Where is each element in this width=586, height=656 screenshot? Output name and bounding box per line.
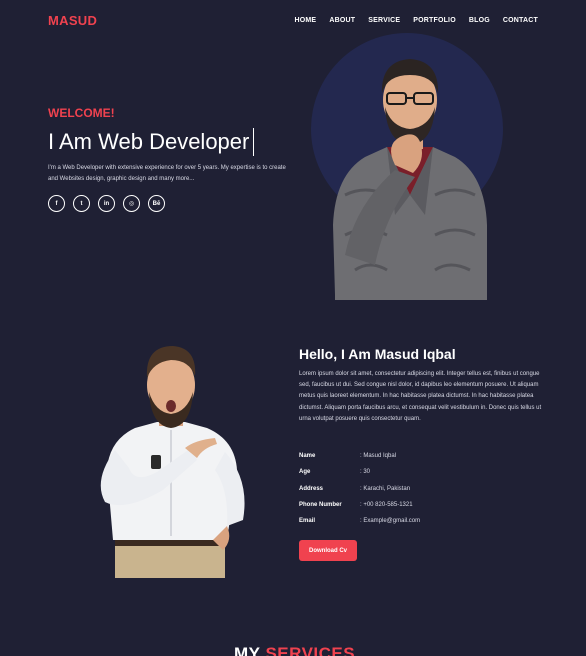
about-title: Hello, I Am Masud Iqbal	[299, 346, 456, 362]
info-row-age: Age : 30	[299, 464, 539, 480]
nav-home[interactable]: HOME	[295, 17, 317, 24]
nav-blog[interactable]: BLOG	[469, 17, 490, 24]
info-label: Address	[299, 485, 324, 492]
personal-info-list: Name : Masud Iqbal Age : 30 Address : Ka…	[299, 448, 539, 529]
hero-person-photo	[333, 59, 487, 300]
info-label: Age	[299, 469, 311, 476]
welcome-label: WELCOME!	[48, 106, 115, 120]
top-nav: MASUD HOME ABOUT SERVICE PORTFOLIO BLOG …	[0, 0, 586, 40]
behance-icon[interactable]: Bē	[148, 195, 165, 212]
facebook-icon[interactable]: f	[48, 195, 65, 212]
services-heading-accent: SERVICES	[265, 644, 356, 656]
info-value: : +00 820-585-1321	[360, 502, 413, 509]
social-links: f t in ◎ Bē	[48, 195, 165, 212]
nav-about[interactable]: ABOUT	[329, 17, 355, 24]
info-label: Phone Number	[299, 502, 342, 509]
info-label: Email	[299, 518, 316, 525]
info-value: : Example@gmail.com	[360, 518, 421, 525]
hero-description: I'm a Web Developer with extensive exper…	[48, 165, 286, 182]
nav-contact[interactable]: CONTACT	[503, 17, 538, 24]
info-value: : Masud Iqbal	[360, 453, 397, 460]
twitter-icon[interactable]: t	[73, 195, 90, 212]
nav-service[interactable]: SERVICE	[368, 17, 400, 24]
download-cv-button[interactable]: Download Cv	[299, 540, 357, 561]
info-value: : Karachi, Pakistan	[360, 485, 411, 492]
info-row-email: Email : Example@gmail.com	[299, 513, 539, 529]
services-heading-main: MY	[234, 644, 261, 656]
info-row-address: Address : Karachi, Pakistan	[299, 481, 539, 497]
about-description: Lorem ipsum dolor sit amet, consectetur …	[299, 371, 542, 422]
info-row-name: Name : Masud Iqbal	[299, 448, 539, 464]
logo[interactable]: MASUD	[48, 13, 97, 28]
main-menu: HOME ABOUT SERVICE PORTFOLIO BLOG CONTAC…	[295, 17, 539, 24]
hero-headline: I Am Web Developer	[48, 128, 255, 156]
instagram-icon[interactable]: ◎	[123, 195, 140, 212]
nav-portfolio[interactable]: PORTFOLIO	[413, 17, 456, 24]
info-row-phone: Phone Number : +00 820-585-1321	[299, 497, 539, 513]
services-heading: MY SERVICES	[234, 644, 355, 656]
linkedin-icon[interactable]: in	[98, 195, 115, 212]
info-value: : 30	[360, 469, 371, 476]
about-person-photo	[100, 346, 245, 578]
info-label: Name	[299, 453, 316, 460]
